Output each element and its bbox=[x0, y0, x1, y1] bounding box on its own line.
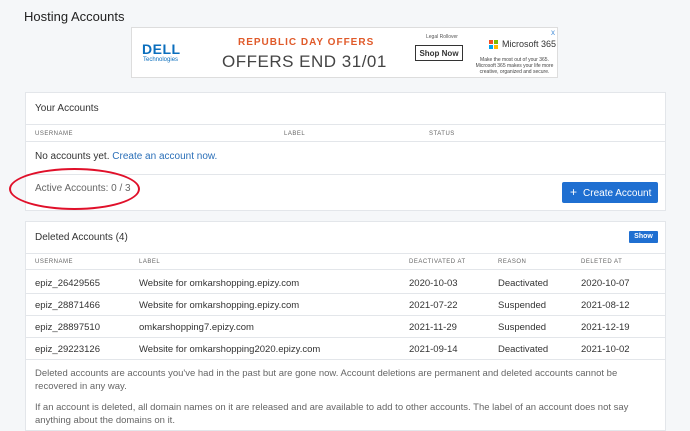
annotation-circle bbox=[9, 168, 140, 210]
page-title: Hosting Accounts bbox=[24, 9, 125, 24]
dell-logo: DELL bbox=[142, 41, 181, 57]
shop-now-button[interactable]: Shop Now bbox=[415, 45, 463, 61]
plus-icon: + bbox=[570, 185, 578, 199]
col-label: LABEL bbox=[139, 259, 161, 265]
col-deactivated-at: DEACTIVATED AT bbox=[409, 259, 466, 265]
deleted-note-1: Deleted accounts are accounts you've had… bbox=[35, 368, 618, 392]
ms-365-desc: Make the most out of your 365. Microsoft… bbox=[475, 57, 554, 75]
col-deleted-at: DELETED AT bbox=[581, 259, 623, 265]
no-accounts-text: No accounts yet. Create an account now. bbox=[35, 151, 218, 162]
ad-offer: OFFERS END 31/01 bbox=[222, 52, 387, 71]
ad-close-icon[interactable]: x bbox=[551, 28, 555, 37]
show-button[interactable]: Show bbox=[629, 231, 658, 243]
col-status: STATUS bbox=[429, 131, 455, 137]
microsoft-logo-icon bbox=[489, 40, 499, 50]
ad-headline: REPUBLIC DAY OFFERS bbox=[238, 37, 375, 48]
ad-banner[interactable]: x DELL Technologies REPUBLIC DAY OFFERS … bbox=[131, 27, 558, 78]
deleted-note-2: If an account is deleted, all domain nam… bbox=[35, 402, 629, 426]
deleted-accounts-card: Deleted Accounts (4) Show USERNAME LABEL… bbox=[25, 221, 666, 431]
ms-365-name: Microsoft 365 bbox=[502, 39, 557, 49]
create-account-link[interactable]: Create an account now. bbox=[112, 151, 217, 162]
ad-legal: Legal Rollover bbox=[426, 34, 458, 40]
deleted-accounts-title: Deleted Accounts (4) bbox=[35, 232, 128, 243]
your-accounts-title: Your Accounts bbox=[35, 103, 99, 114]
col-username: USERNAME bbox=[35, 131, 74, 137]
col-label: LABEL bbox=[284, 131, 306, 137]
col-username: USERNAME bbox=[35, 259, 74, 265]
dell-logo-sub: Technologies bbox=[143, 57, 179, 63]
create-account-button[interactable]: + Create Account bbox=[562, 182, 658, 203]
col-reason: REASON bbox=[498, 259, 527, 265]
